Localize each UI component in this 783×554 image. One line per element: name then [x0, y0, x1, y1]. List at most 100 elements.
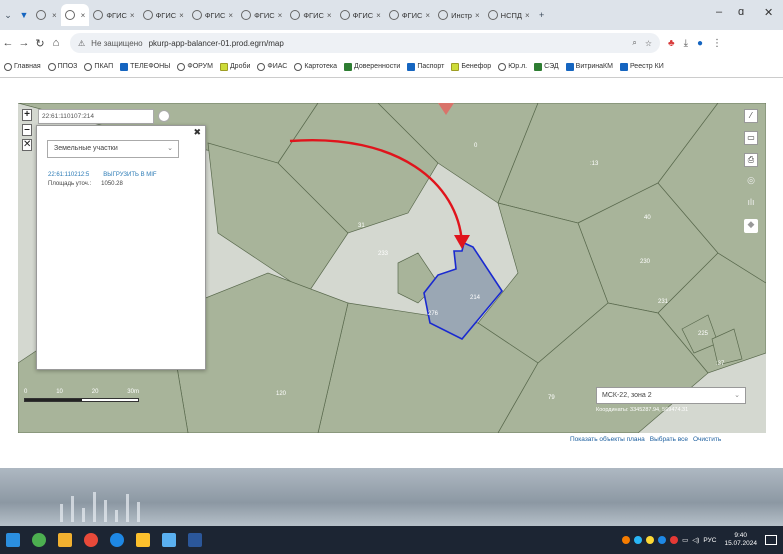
restore-icon[interactable]: ɑ [738, 6, 744, 18]
locate-icon[interactable]: ◎ [744, 175, 758, 189]
network-icon[interactable]: ▭ [682, 536, 688, 544]
draw-line-icon[interactable]: ⁄ [744, 109, 758, 123]
start-icon[interactable] [6, 533, 20, 547]
bookmark-item[interactable]: ФОРУМ [177, 62, 213, 71]
crs-select-value: МСК-22, зона 2 [602, 392, 652, 399]
parcel-number-link[interactable]: 22:61:110212:5 [48, 172, 89, 178]
bookmark-item[interactable]: Главная [4, 62, 41, 71]
panel-close-icon[interactable]: ✖ [193, 127, 201, 138]
select-all-link[interactable]: Выбрать все [650, 436, 688, 443]
bookmark-item[interactable]: Дроби [219, 62, 250, 71]
browser-tab[interactable]: ФГИС × [286, 4, 335, 26]
tab-close-icon[interactable]: × [81, 11, 86, 20]
tray-icon-k[interactable] [634, 536, 643, 544]
browser-tab[interactable]: ФГИС × [237, 4, 286, 26]
parcel-label: 276 [428, 311, 439, 317]
bookmark-item[interactable]: Картотека [294, 62, 337, 71]
extension-icon[interactable]: ▼ [16, 10, 32, 20]
crs-select[interactable]: МСК-22, зона 2 ⌄ [596, 387, 746, 404]
tab-favicon-icon [64, 10, 75, 20]
forward-icon[interactable]: → [16, 37, 32, 49]
bookmark-item[interactable]: ВитринаКМ [565, 62, 613, 71]
tray-icon-yellow[interactable] [646, 536, 655, 544]
url-text[interactable]: pkurp-app-balancer-01.prod.egrn/map [149, 39, 284, 48]
tab-close-icon[interactable]: × [425, 11, 430, 20]
layers-icon[interactable]: ◆ [744, 219, 758, 233]
tray-icon-orange[interactable] [622, 536, 631, 544]
new-tab-button[interactable]: + [534, 10, 550, 20]
security-label[interactable]: Не защищено [91, 39, 142, 48]
tab-close-icon[interactable]: × [376, 11, 381, 20]
tab-close-icon[interactable]: × [130, 11, 135, 20]
bookmark-item[interactable]: Реестр КИ [619, 62, 664, 71]
tab-close-icon[interactable]: × [179, 11, 184, 20]
bookmark-item[interactable]: СЭД [534, 62, 559, 71]
app-icon-folder[interactable] [58, 533, 72, 547]
zoom-out-button[interactable]: – [22, 124, 32, 136]
bookmark-item[interactable]: Юр.л. [498, 62, 527, 71]
right-toolbar: ⁄ ▭ ⎙ ◎ ılı ◆ [744, 109, 758, 233]
browser-tab[interactable]: ФГИС × [139, 4, 188, 26]
minimize-icon[interactable]: – [716, 6, 722, 18]
notification-icon[interactable] [765, 535, 777, 545]
reload-icon[interactable]: ↻ [32, 37, 48, 50]
browser-tab[interactable]: × [32, 4, 61, 26]
draw-polygon-icon[interactable]: ▭ [744, 131, 758, 145]
edge-icon[interactable] [110, 533, 124, 547]
chrome-icon[interactable] [84, 533, 98, 547]
tab-search-icon[interactable]: ⌄ [0, 10, 16, 21]
bookmark-item[interactable]: ППОЗ [47, 62, 77, 71]
tab-close-icon[interactable]: × [525, 11, 530, 20]
tab-close-icon[interactable]: × [228, 11, 233, 20]
app-icon-yellow[interactable] [136, 533, 150, 547]
browser-tab[interactable]: НСПД × [484, 4, 534, 26]
clock[interactable]: 9:40 15.07.2024 [724, 532, 757, 548]
tab-close-icon[interactable]: × [52, 11, 57, 20]
measure-icon[interactable]: ılı [744, 197, 758, 211]
layer-select[interactable]: Земельные участки ⌄ [47, 140, 179, 158]
bookmark-item[interactable]: Доверенности [344, 62, 400, 71]
cadastral-search-input[interactable]: 22:61:110107:214 [38, 109, 154, 124]
tray-icon-blue[interactable] [658, 536, 667, 544]
download-icon[interactable]: ⤓ [684, 38, 688, 49]
tray-icon-red[interactable] [670, 536, 679, 544]
map-view[interactable]: 0:13 31 233 214 276 225:37 120 79 230 231 40 + – ✕… [18, 103, 766, 433]
home-icon[interactable]: ⌂ [48, 37, 64, 49]
browser-tab[interactable]: Инстр × [434, 4, 484, 26]
export-mif-link[interactable]: ВЫГРУЗИТЬ В MIF [103, 172, 156, 178]
bookmark-item[interactable]: ФИАС [257, 62, 287, 71]
bookmark-item[interactable]: Паспорт [407, 62, 444, 71]
browser-tab[interactable]: ФГИС × [89, 4, 138, 26]
browser-tab[interactable]: ФГИС × [336, 4, 385, 26]
browser-tab[interactable]: ФГИС × [188, 4, 237, 26]
keyboard-language[interactable]: РУС [703, 537, 716, 544]
word-icon[interactable] [188, 533, 202, 547]
app-icon-green[interactable] [32, 533, 46, 547]
url-field[interactable]: ⚠ Не защищено pkurp-app-balancer-01.prod… [70, 33, 660, 53]
bookmark-item[interactable]: ТЕЛЕФОНЫ [120, 62, 170, 71]
not-secure-icon[interactable]: ⚠ [78, 39, 85, 48]
search-icon[interactable] [158, 110, 170, 122]
tab-close-icon[interactable]: × [475, 11, 480, 20]
tab-close-icon[interactable]: × [278, 11, 283, 20]
bookmark-item[interactable]: ПКАП [84, 62, 113, 71]
clear-link[interactable]: Очистить [693, 436, 721, 443]
back-icon[interactable]: ← [0, 37, 16, 49]
browser-tab[interactable]: × [60, 4, 90, 26]
tab-close-icon[interactable]: × [327, 11, 332, 20]
parcel-label: 120 [276, 391, 287, 397]
close-window-icon[interactable]: ✕ [764, 6, 773, 19]
bookmark-item[interactable]: Бенефор [451, 62, 491, 71]
app-icon-mail[interactable] [162, 533, 176, 547]
reset-button[interactable]: ✕ [22, 139, 32, 151]
print-icon[interactable]: ⎙ [744, 153, 758, 167]
show-plan-objects-link[interactable]: Показать объекты плана [570, 436, 645, 443]
browser-tab[interactable]: ФГИС × [385, 4, 434, 26]
zoom-in-button[interactable]: + [22, 109, 32, 121]
extension-puzzle-icon[interactable]: ♣ [668, 38, 675, 49]
menu-icon[interactable]: ⋮ [712, 38, 722, 49]
volume-icon[interactable]: ◁) [692, 536, 699, 544]
bookmark-star-icon[interactable]: ☆ [645, 39, 652, 48]
profile-icon[interactable]: ● [697, 38, 703, 49]
zoom-icon[interactable]: ⌕ [632, 38, 636, 48]
